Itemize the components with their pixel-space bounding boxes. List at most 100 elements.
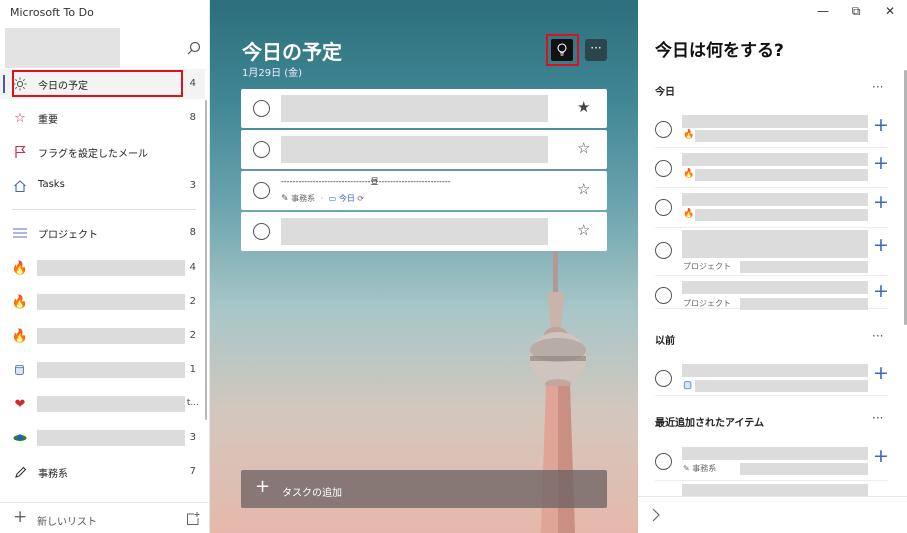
add-to-today-button[interactable]: + bbox=[873, 154, 889, 173]
add-to-today-button[interactable]: + bbox=[873, 116, 889, 135]
sidebar-item-label: 事務系 bbox=[38, 469, 68, 480]
redacted-sub bbox=[695, 169, 868, 181]
list-icon bbox=[12, 225, 28, 241]
redacted-sub bbox=[740, 463, 868, 475]
collapse-panel-button[interactable] bbox=[648, 505, 664, 525]
chevron-right-icon bbox=[652, 508, 660, 522]
redacted-label bbox=[37, 396, 185, 412]
complete-checkbox[interactable] bbox=[253, 141, 270, 158]
add-to-today-button[interactable]: + bbox=[873, 193, 889, 212]
sun-icon bbox=[12, 76, 28, 92]
sidebar-item-list[interactable]: 3 bbox=[0, 423, 205, 453]
suggestion-item[interactable]: 🔥 + bbox=[655, 193, 889, 228]
star-icon[interactable]: ☆ bbox=[577, 139, 590, 157]
scrollbar[interactable] bbox=[205, 100, 207, 420]
sidebar-item-today[interactable]: 今日の予定 4 bbox=[0, 69, 205, 99]
minimize-button[interactable]: — bbox=[814, 4, 832, 20]
redacted-sub bbox=[740, 261, 868, 273]
fire-icon: 🔥 bbox=[11, 260, 29, 276]
sidebar-item-important[interactable]: ☆ 重要 8 bbox=[0, 103, 205, 133]
suggestion-item[interactable]: プロジェクト + bbox=[655, 230, 889, 276]
ellipsis-icon: ··· bbox=[590, 41, 602, 55]
close-button[interactable]: ✕ bbox=[881, 4, 899, 20]
complete-checkbox[interactable] bbox=[655, 242, 672, 259]
fire-icon: 🔥 bbox=[683, 209, 695, 219]
separator: · bbox=[320, 194, 324, 203]
task-title: -------------------------------昼--------… bbox=[281, 177, 451, 186]
sidebar: Microsoft To Do 今日の予定 4 ☆ 重要 8 フラグを設定したメ… bbox=[0, 0, 210, 533]
sidebar-item-office[interactable]: 事務系 7 bbox=[0, 457, 205, 487]
star-icon[interactable]: ☆ bbox=[577, 221, 590, 239]
star-icon[interactable]: ☆ bbox=[577, 180, 590, 198]
sidebar-item-project[interactable]: プロジェクト 8 bbox=[0, 218, 205, 248]
redacted-label bbox=[37, 260, 185, 276]
complete-checkbox[interactable] bbox=[655, 160, 672, 177]
redacted-sub bbox=[740, 298, 868, 310]
task-list-name: 事務系 bbox=[291, 194, 316, 203]
home-icon bbox=[12, 178, 28, 194]
complete-checkbox[interactable] bbox=[655, 199, 672, 216]
add-to-today-button[interactable]: + bbox=[873, 282, 889, 301]
complete-checkbox[interactable] bbox=[253, 223, 270, 240]
task-due: 今日 bbox=[338, 194, 355, 203]
section-heading: 最近追加されたアイテム bbox=[655, 418, 764, 429]
suggestion-item[interactable]: + bbox=[655, 364, 889, 396]
star-icon: ☆ bbox=[14, 110, 26, 126]
add-to-today-button[interactable]: + bbox=[873, 447, 889, 466]
sidebar-item-flagged-email[interactable]: フラグを設定したメール bbox=[0, 137, 205, 167]
sidebar-item-list[interactable]: ❤ t... bbox=[0, 389, 205, 419]
restore-button[interactable]: ⧉ bbox=[847, 4, 865, 20]
search-button[interactable] bbox=[185, 40, 203, 58]
complete-checkbox[interactable] bbox=[253, 100, 270, 117]
complete-checkbox[interactable] bbox=[655, 287, 672, 304]
new-group-icon bbox=[187, 512, 200, 525]
cup-icon bbox=[683, 380, 693, 393]
complete-checkbox[interactable] bbox=[253, 182, 270, 199]
section-more-button[interactable]: ··· bbox=[872, 80, 883, 94]
panel-footer bbox=[638, 496, 907, 533]
suggestion-item[interactable]: プロジェクト + bbox=[655, 281, 889, 310]
new-group-button[interactable] bbox=[185, 511, 201, 527]
complete-checkbox[interactable] bbox=[655, 370, 672, 387]
user-profile[interactable] bbox=[5, 28, 120, 68]
sidebar-item-list[interactable]: 1 bbox=[0, 355, 205, 385]
redacted-label bbox=[37, 362, 185, 378]
suggestion-item[interactable]: 🔥 + bbox=[655, 115, 889, 148]
add-to-today-button[interactable]: + bbox=[873, 236, 889, 255]
planet-icon bbox=[12, 430, 28, 446]
new-list-button[interactable]: + 新しいリスト bbox=[0, 503, 170, 533]
task-item[interactable]: ☆ bbox=[241, 212, 607, 251]
redacted-title bbox=[682, 115, 868, 128]
sidebar-item-list[interactable]: 🔥 2 bbox=[0, 321, 205, 351]
redacted-title bbox=[682, 447, 868, 460]
redacted-label bbox=[37, 294, 185, 310]
redacted-title bbox=[682, 153, 868, 166]
plus-icon: + bbox=[255, 476, 271, 497]
task-item[interactable]: ★ bbox=[241, 89, 607, 128]
sidebar-item-tasks[interactable]: Tasks 3 bbox=[0, 171, 205, 201]
suggestion-item[interactable]: 🔥 + bbox=[655, 153, 889, 188]
add-to-today-button[interactable]: + bbox=[873, 364, 889, 383]
task-item[interactable]: ☆ bbox=[241, 130, 607, 169]
section-more-button[interactable]: ··· bbox=[872, 329, 883, 343]
complete-checkbox[interactable] bbox=[655, 121, 672, 138]
complete-checkbox[interactable] bbox=[655, 453, 672, 470]
redacted-title bbox=[682, 484, 868, 496]
section-more-button[interactable]: ··· bbox=[872, 411, 883, 425]
star-icon[interactable]: ★ bbox=[577, 98, 590, 116]
add-task-button[interactable]: + タスクの追加 bbox=[241, 470, 607, 508]
sidebar-item-list[interactable]: 🔥 4 bbox=[0, 253, 205, 283]
plus-icon: + bbox=[13, 507, 28, 527]
pencil-icon: ✎ bbox=[281, 194, 289, 204]
sidebar-item-count: 7 bbox=[189, 466, 196, 477]
sidebar-item-label: フラグを設定したメール bbox=[38, 149, 148, 160]
sidebar-item-list[interactable]: 🔥 2 bbox=[0, 287, 205, 317]
redacted-task-title bbox=[281, 218, 548, 245]
suggestion-item[interactable]: ✎ 事務系 + bbox=[655, 447, 889, 481]
truncated-text: t... bbox=[186, 398, 199, 408]
fire-icon: 🔥 bbox=[11, 294, 29, 310]
more-options-button[interactable]: ··· bbox=[585, 39, 607, 61]
task-item[interactable]: -------------------------------昼--------… bbox=[241, 171, 607, 210]
restore-icon: ⧉ bbox=[851, 4, 861, 18]
redacted-sub bbox=[695, 130, 868, 142]
